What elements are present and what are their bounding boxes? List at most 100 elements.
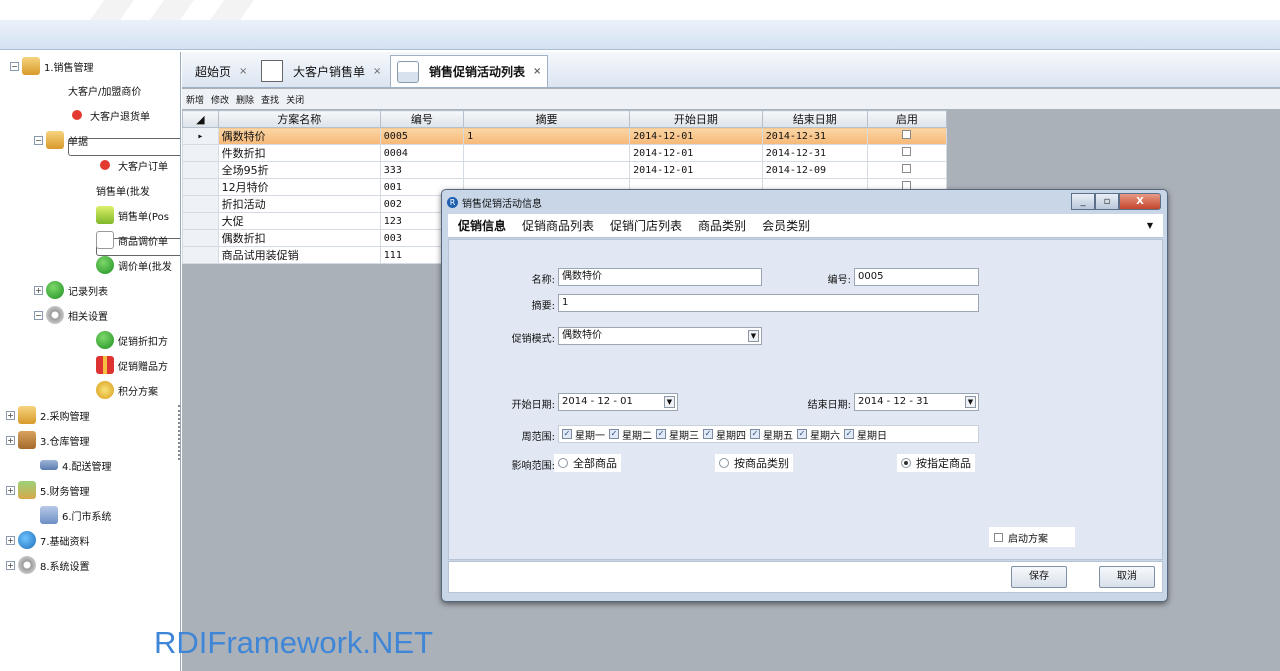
close-icon[interactable]: × xyxy=(533,66,541,77)
dropdown-arrow-icon[interactable]: ▼ xyxy=(664,396,675,408)
weekday-checkbox[interactable]: ✓ 星期日 xyxy=(844,427,887,442)
column-header[interactable]: 开始日期 xyxy=(629,110,763,128)
tree-item[interactable]: +7.基础资料 xyxy=(6,530,90,550)
dropdown-arrow-icon[interactable]: ▼ xyxy=(965,396,976,408)
tree-item[interactable]: 销售单(批发 xyxy=(96,180,180,256)
tree-item[interactable]: − 1.销售管理 xyxy=(10,56,94,76)
tree-item[interactable]: 促销赠品方 xyxy=(96,355,168,375)
tree-item[interactable]: +3.仓库管理 xyxy=(6,430,90,450)
row-indicator[interactable] xyxy=(182,212,219,230)
summary-input[interactable]: 1 xyxy=(558,294,979,312)
table-row[interactable]: 件数折扣 0004 2014-12-01 2014-12-31 xyxy=(182,144,948,162)
weekday-checkbox[interactable]: ✓ 星期四 xyxy=(703,427,746,442)
tab-promo-list[interactable]: 销售促销活动列表 × xyxy=(390,55,549,87)
column-header[interactable]: 摘要 xyxy=(463,110,631,128)
close-button[interactable]: 关闭 xyxy=(286,93,304,106)
tab-home-label: 超始页 xyxy=(195,64,232,79)
collapse-icon[interactable]: − xyxy=(34,310,43,320)
tree-item[interactable]: 促销折扣方 xyxy=(96,330,168,350)
column-header[interactable]: 方案名称 xyxy=(217,110,381,128)
expand-icon[interactable]: + xyxy=(6,410,15,420)
scope-specific-radio[interactable]: 按指定商品 xyxy=(897,454,975,472)
cell-summary xyxy=(463,144,631,162)
enable-plan-checkbox[interactable]: 启动方案 xyxy=(989,527,1075,547)
column-header[interactable]: 结束日期 xyxy=(761,110,868,128)
tab-promo-info[interactable]: 促销信息 xyxy=(458,217,506,234)
splitter-handle[interactable] xyxy=(178,405,181,460)
expand-icon[interactable]: + xyxy=(6,485,15,495)
cell-name: 偶数特价 xyxy=(217,127,381,145)
tree-item[interactable]: +2.采购管理 xyxy=(6,405,90,425)
row-indicator[interactable] xyxy=(182,144,219,162)
mode-select[interactable]: 偶数特价 ▼ xyxy=(558,327,762,345)
column-header[interactable]: 编号 xyxy=(379,110,465,128)
dropdown-arrow-icon[interactable]: ▼ xyxy=(748,330,759,342)
expand-icon[interactable]: + xyxy=(6,435,15,445)
tree-item[interactable]: +8.系统设置 xyxy=(6,555,90,575)
tree-item-label: 销售单(Pos xyxy=(118,211,169,223)
edit-button[interactable]: 修改 xyxy=(211,93,229,106)
row-indicator[interactable] xyxy=(182,161,219,179)
row-indicator[interactable] xyxy=(182,178,219,196)
window-close-button[interactable]: X xyxy=(1119,193,1161,210)
row-indicator[interactable]: ▸ xyxy=(182,127,219,145)
expand-icon[interactable]: + xyxy=(6,560,15,570)
column-header[interactable]: 启用 xyxy=(866,110,948,128)
tab-member-category[interactable]: 会员类别 xyxy=(762,217,810,234)
dialog-titlebar[interactable]: R 销售促销活动信息 _ ▫ X xyxy=(442,190,1167,214)
enabled-checkbox[interactable] xyxy=(902,164,912,173)
scope-all-radio[interactable]: 全部商品 xyxy=(554,454,621,472)
tree-item[interactable]: − 单据 xyxy=(34,130,88,150)
tree-item[interactable]: 销售单(Pos xyxy=(96,205,169,225)
tree-item[interactable]: + 记录列表 xyxy=(34,280,108,300)
tree-item[interactable]: − 相关设置 xyxy=(34,305,108,325)
enabled-checkbox[interactable] xyxy=(902,147,912,156)
close-icon[interactable]: × xyxy=(373,66,381,77)
delete-button[interactable]: 删除 xyxy=(236,93,254,106)
collapse-icon[interactable]: − xyxy=(34,135,43,145)
row-indicator[interactable] xyxy=(182,195,219,213)
minimize-button[interactable]: _ xyxy=(1071,193,1095,210)
enabled-checkbox[interactable] xyxy=(902,130,912,139)
tab-orders[interactable]: 大客户销售单 × xyxy=(254,55,388,87)
weekday-checkbox[interactable]: ✓ 星期六 xyxy=(797,427,840,442)
tree-item[interactable]: +5.财务管理 xyxy=(6,480,90,500)
tab-goods-category[interactable]: 商品类别 xyxy=(698,217,746,234)
code-input[interactable]: 0005 xyxy=(854,268,979,286)
tree-item[interactable]: 积分方案 xyxy=(96,380,158,400)
tree-item[interactable]: 调价单(批发 xyxy=(96,255,172,275)
tree-item[interactable]: 6.门市系统 xyxy=(40,505,112,525)
weekday-checkbox[interactable]: ✓ 星期二 xyxy=(609,427,652,442)
maximize-button[interactable]: ▫ xyxy=(1095,193,1119,210)
tab-home[interactable]: 超始页 × xyxy=(188,55,254,87)
app-logo-icon: R xyxy=(447,196,458,208)
scope-category-radio[interactable]: 按商品类别 xyxy=(715,454,793,472)
tree-item[interactable]: 大客户订单 xyxy=(96,155,168,175)
tab-promo-stores[interactable]: 促销门店列表 xyxy=(610,217,682,234)
expand-icon[interactable]: + xyxy=(6,535,15,545)
weekday-checkbox[interactable]: ✓ 星期一 xyxy=(562,427,605,442)
add-button[interactable]: 新增 xyxy=(186,93,204,106)
name-input[interactable]: 偶数特价 xyxy=(558,268,762,286)
row-indicator[interactable] xyxy=(182,246,219,264)
cancel-button[interactable]: 取消 xyxy=(1099,566,1155,588)
find-button[interactable]: 查找 xyxy=(261,93,279,106)
tree-item[interactable]: 大客户/加盟商价 xyxy=(68,80,180,156)
expand-icon[interactable]: + xyxy=(34,285,43,295)
end-date-picker[interactable]: 2014 - 12 - 31 ▼ xyxy=(854,393,979,411)
start-date-picker[interactable]: 2014 - 12 - 01 ▼ xyxy=(558,393,678,411)
tab-promo-goods[interactable]: 促销商品列表 xyxy=(522,217,594,234)
save-button[interactable]: 保存 xyxy=(1011,566,1067,588)
table-row[interactable]: ▸ 偶数特价 0005 1 2014-12-01 2014-12-31 xyxy=(182,127,948,145)
tree-item[interactable]: 大客户退货单 xyxy=(68,105,150,125)
table-row[interactable]: 全场95折 333 2014-12-01 2014-12-09 xyxy=(182,161,948,179)
tree-item[interactable]: 4.配送管理 xyxy=(40,455,112,475)
tree-item[interactable]: 商品调价单 xyxy=(96,230,168,250)
weekday-checkbox[interactable]: ✓ 星期五 xyxy=(750,427,793,442)
close-icon[interactable]: × xyxy=(239,66,247,77)
mode-label: 促销模式: xyxy=(511,334,555,345)
row-indicator[interactable] xyxy=(182,229,219,247)
dropdown-arrow-icon[interactable]: ▼ xyxy=(1147,221,1153,230)
weekday-checkbox[interactable]: ✓ 星期三 xyxy=(656,427,699,442)
collapse-icon[interactable]: − xyxy=(10,61,19,71)
